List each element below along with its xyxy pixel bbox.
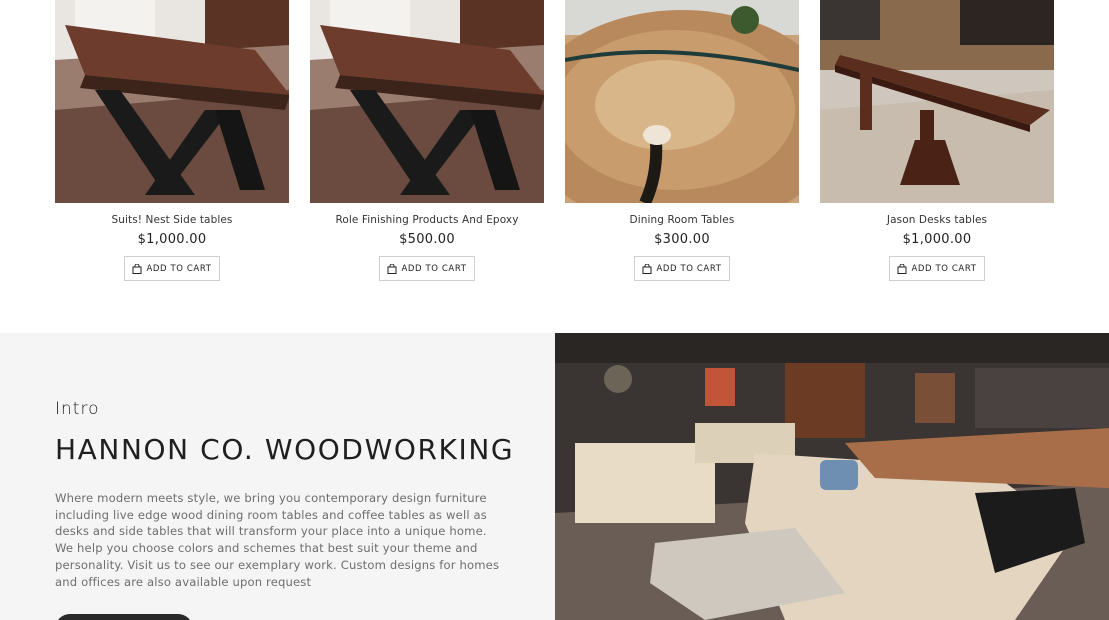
add-to-cart-button[interactable]: ADD TO CART	[124, 256, 220, 281]
shopping-bag-icon	[132, 263, 142, 274]
product-name[interactable]: Jason Desks tables	[820, 213, 1054, 228]
showroom-image	[555, 333, 1109, 620]
intro-title: HANNON CO. WOODWORKING	[55, 433, 515, 466]
add-to-cart-label: ADD TO CART	[401, 263, 467, 274]
intro-eyebrow: Intro	[55, 399, 100, 419]
add-to-cart-label: ADD TO CART	[911, 263, 977, 274]
shopping-bag-icon	[642, 263, 652, 274]
shopping-bag-icon	[387, 263, 397, 274]
intro-section: Intro HANNON CO. WOODWORKING Where moder…	[0, 333, 555, 620]
product-price: $1,000.00	[902, 232, 972, 247]
product-price: $500.00	[399, 232, 455, 247]
product-name[interactable]: Suits! Nest Side tables	[55, 213, 289, 228]
product-image-live-edge-table[interactable]	[820, 0, 1054, 203]
product-card: Dining Room Tables $300.00 ADD TO CART	[565, 0, 799, 281]
add-to-cart-button[interactable]: ADD TO CART	[889, 256, 985, 281]
product-grid: Suits! Nest Side tables $1,000.00 ADD TO…	[0, 0, 1109, 333]
product-image-desk-epoxy[interactable]	[310, 0, 544, 203]
product-card: Jason Desks tables $1,000.00 ADD TO CART	[820, 0, 1054, 281]
add-to-cart-label: ADD TO CART	[146, 263, 212, 274]
product-price: $1,000.00	[137, 232, 207, 247]
product-price: $300.00	[654, 232, 710, 247]
product-image-round-table[interactable]	[565, 0, 799, 203]
product-card: Role Finishing Products And Epoxy $500.0…	[310, 0, 544, 281]
product-name[interactable]: Dining Room Tables	[565, 213, 799, 228]
shopping-bag-icon	[897, 263, 907, 274]
add-to-cart-button[interactable]: ADD TO CART	[634, 256, 730, 281]
add-to-cart-button[interactable]: ADD TO CART	[379, 256, 475, 281]
product-name[interactable]: Role Finishing Products And Epoxy	[310, 213, 544, 228]
product-card: Suits! Nest Side tables $1,000.00 ADD TO…	[55, 0, 289, 281]
intro-body: Where modern meets style, we bring you c…	[55, 491, 500, 589]
product-image-desk-x-legs[interactable]	[55, 0, 289, 203]
add-to-cart-label: ADD TO CART	[656, 263, 722, 274]
intro-cta-button[interactable]	[55, 614, 193, 620]
